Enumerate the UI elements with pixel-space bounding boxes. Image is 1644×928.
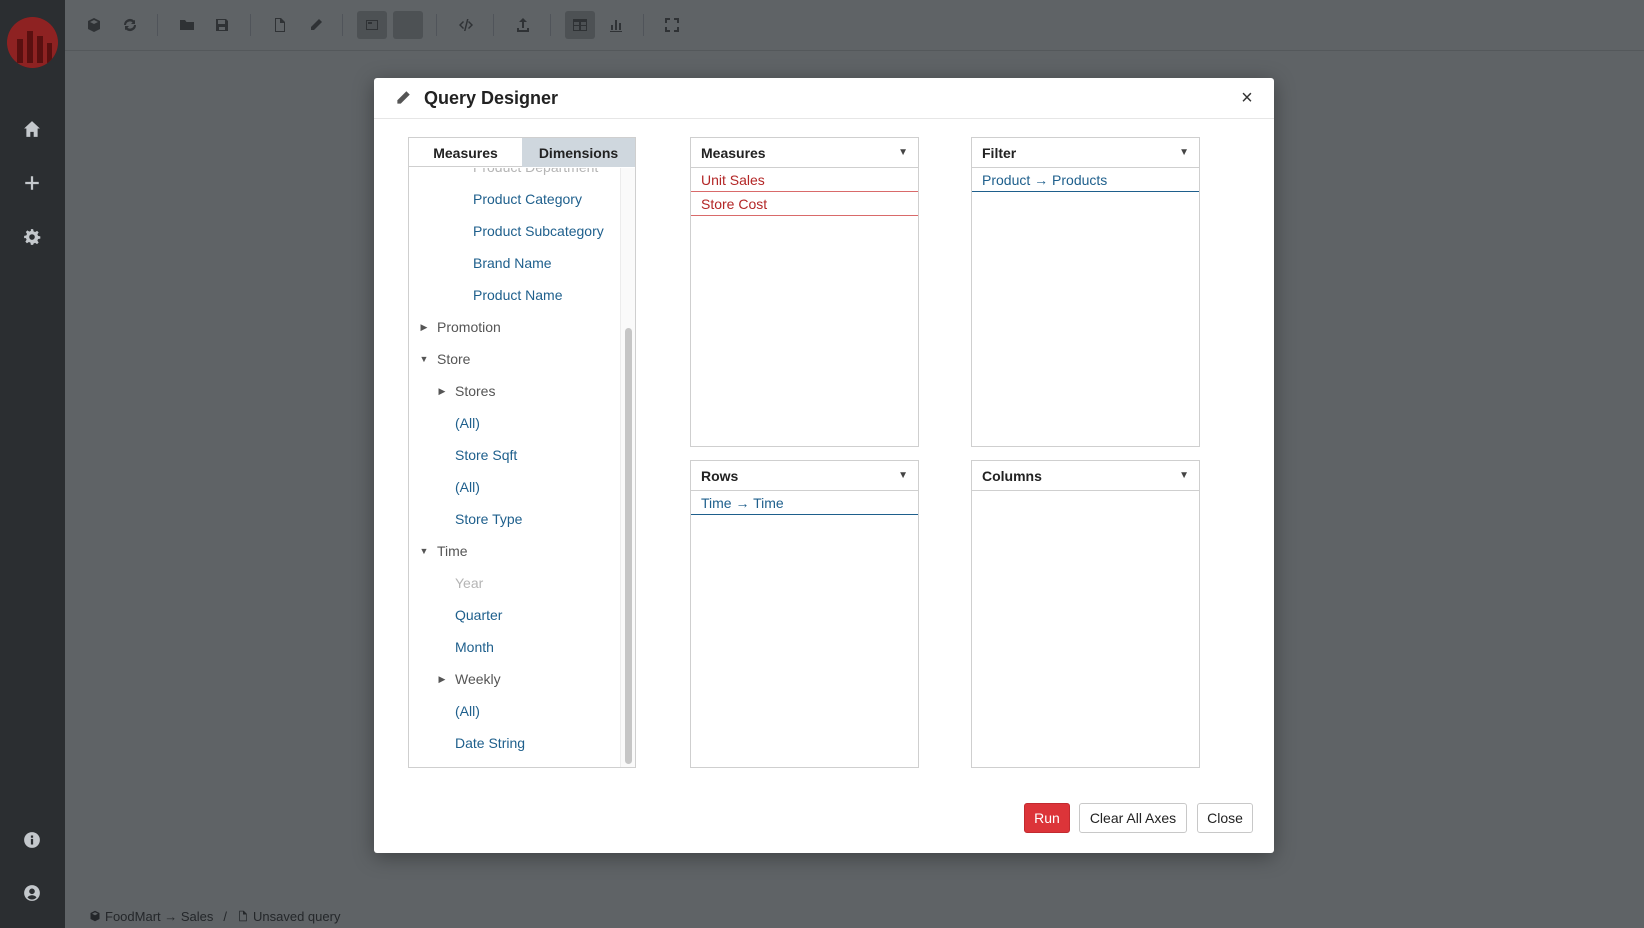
caret-down-icon[interactable]: ▼ [419, 354, 429, 364]
axis-header: Measures ▼ [691, 138, 918, 168]
plus-icon[interactable] [20, 171, 44, 195]
axis-item-store-cost[interactable]: Store Cost [691, 192, 918, 216]
rows-axis[interactable]: Rows ▼ Time → Time [690, 460, 919, 768]
axis-item-products[interactable]: Product → Products [972, 168, 1199, 192]
fullscreen-icon[interactable] [657, 11, 687, 39]
tree-item[interactable]: Brand Name [473, 252, 552, 274]
gear-icon[interactable] [20, 225, 44, 249]
axis-title: Rows [701, 467, 739, 484]
caret-down-icon[interactable]: ▼ [419, 546, 429, 556]
tree-item[interactable]: Weekly [455, 668, 501, 690]
axis-title: Columns [982, 467, 1042, 484]
home-icon[interactable] [20, 117, 44, 141]
scroll-thumb[interactable] [625, 328, 632, 764]
axis-header: Rows ▼ [691, 461, 918, 491]
tree-item[interactable]: Product Department [473, 168, 598, 178]
new-file-icon[interactable] [265, 11, 295, 39]
refresh-icon[interactable] [115, 11, 145, 39]
tree-item[interactable]: Product Category [473, 188, 582, 210]
chevron-down-icon[interactable]: ▼ [898, 147, 908, 158]
tree-scrollbar[interactable] [620, 168, 635, 767]
layout-icon[interactable] [357, 11, 387, 39]
breadcrumb-cube[interactable]: FoodMart → Sales [105, 909, 213, 924]
tree-item[interactable]: (All) [455, 700, 480, 722]
chart-icon[interactable] [601, 11, 631, 39]
user-icon[interactable] [20, 881, 44, 905]
axis-title: Filter [982, 144, 1017, 161]
query-designer-dialog: Query Designer × Measures Dimensions Pro… [374, 78, 1274, 853]
breadcrumb: FoodMart → Sales / Unsaved query [65, 904, 1644, 928]
main-toolbar [65, 0, 1644, 51]
tree-tabs: Measures Dimensions [409, 138, 635, 167]
caret-right-icon[interactable]: ▶ [437, 674, 447, 684]
chevron-down-icon[interactable]: ▼ [1179, 470, 1189, 481]
axis-header: Columns ▼ [972, 461, 1199, 491]
tree-item[interactable]: Month [455, 636, 494, 658]
tree-item[interactable]: (All) [455, 476, 480, 498]
measures-axis[interactable]: Measures ▼ Unit Sales Store Cost [690, 137, 919, 447]
breadcrumb-separator: / [223, 908, 227, 924]
caret-right-icon[interactable]: ▶ [419, 322, 429, 332]
filter-axis[interactable]: Filter ▼ Product → Products [971, 137, 1200, 447]
clear-all-axes-button[interactable]: Clear All Axes [1079, 803, 1187, 833]
caret-right-icon[interactable]: ▶ [437, 386, 447, 396]
info-icon[interactable] [20, 828, 44, 852]
tree-item[interactable]: Store Sqft [455, 444, 517, 466]
tab-measures[interactable]: Measures [409, 138, 522, 167]
cube-icon[interactable] [79, 11, 109, 39]
save-icon[interactable] [207, 11, 237, 39]
dialog-header: Query Designer × [374, 78, 1274, 119]
close-icon[interactable]: × [1236, 87, 1258, 109]
dimension-tree: Product Department Product Category Produc… [409, 168, 619, 767]
tree-item[interactable]: Product Subcategory [473, 220, 604, 242]
breadcrumb-query[interactable]: Unsaved query [253, 909, 340, 924]
axis-item-unit-sales[interactable]: Unit Sales [691, 168, 918, 192]
axis-item-time[interactable]: Time → Time [691, 491, 918, 515]
tab-dimensions[interactable]: Dimensions [522, 138, 635, 167]
axis-header: Filter ▼ [972, 138, 1199, 168]
folder-open-icon[interactable] [172, 11, 202, 39]
layout-alt-icon[interactable] [393, 11, 423, 39]
tree-item[interactable]: Store Type [455, 508, 522, 530]
tree-item[interactable]: Quarter [455, 604, 502, 626]
tree-item[interactable]: Stores [455, 380, 495, 402]
pencil-icon[interactable] [301, 11, 331, 39]
tree-item[interactable]: Product Name [473, 284, 562, 306]
tree-item[interactable]: (All) [455, 412, 480, 434]
pencil-icon [394, 89, 412, 107]
run-button[interactable]: Run [1024, 803, 1070, 833]
dimension-tree-panel: Measures Dimensions Product DepartmentPr… [408, 137, 636, 768]
code-icon[interactable] [451, 11, 481, 39]
tree-item[interactable]: Date String [455, 732, 525, 754]
file-icon [239, 910, 247, 922]
app-logo[interactable] [7, 17, 58, 68]
dialog-title: Query Designer [424, 88, 559, 108]
columns-axis[interactable]: Columns ▼ [971, 460, 1200, 768]
tree-item[interactable]: Year [455, 572, 483, 594]
export-icon[interactable] [508, 11, 538, 39]
tree-item[interactable]: Promotion [437, 316, 501, 338]
axis-title: Measures [701, 144, 766, 161]
tree-item[interactable]: Time [437, 540, 468, 562]
table-icon[interactable] [565, 11, 595, 39]
tree-item[interactable]: Store [437, 348, 470, 370]
chevron-down-icon[interactable]: ▼ [898, 470, 908, 481]
app-sidebar [0, 0, 65, 928]
chevron-down-icon[interactable]: ▼ [1179, 147, 1189, 158]
close-button[interactable]: Close [1197, 803, 1253, 833]
cube-icon [90, 910, 100, 922]
